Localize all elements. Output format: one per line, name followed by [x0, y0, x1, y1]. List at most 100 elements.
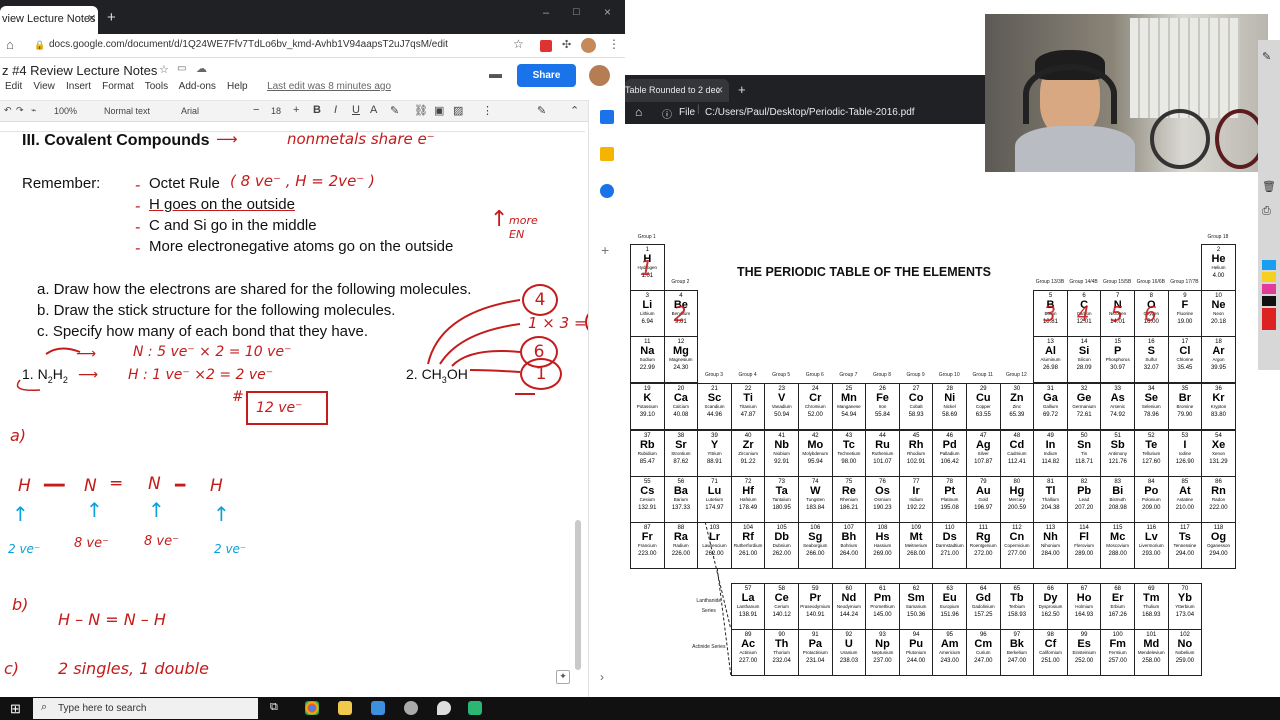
collapse-icon[interactable]: ⌃ — [570, 104, 579, 117]
user-avatar[interactable] — [589, 65, 610, 86]
trash-icon[interactable]: 🗑 — [1262, 180, 1276, 193]
text-color-icon[interactable]: A — [370, 104, 377, 116]
browser-tab-bar: view Lecture Notes - G ✕ + – □ × — [0, 0, 625, 34]
windows-start-icon[interactable]: ⊞ — [10, 701, 21, 717]
arrow-stroke — [451, 349, 521, 367]
star-icon[interactable]: ☆ — [159, 63, 169, 76]
color-swatch-blue[interactable] — [1262, 260, 1276, 270]
chrome-icon[interactable] — [305, 701, 319, 715]
redo-icon[interactable]: ↷ — [16, 105, 24, 116]
taskbar-search-box[interactable]: ⌕ Type here to search — [33, 698, 258, 719]
menu-view[interactable]: View — [33, 81, 55, 92]
pen-icon[interactable]: ✎ — [1262, 50, 1271, 63]
undo-icon[interactable]: ↶ — [4, 105, 12, 116]
periodic-table: 1 H Hydrogen 1.01 2 He Helium 4.00 3 Li Lithium 6.9… — [625, 124, 1280, 697]
menu-addons[interactable]: Add-ons — [179, 81, 216, 92]
file-explorer-icon[interactable] — [338, 701, 352, 715]
highlight-icon[interactable]: ✎ — [390, 104, 399, 117]
file-label: File — [679, 107, 696, 118]
more-icon[interactable]: ⋮ — [482, 104, 493, 117]
menu-help[interactable]: Help — [227, 81, 248, 92]
app-icon[interactable] — [371, 701, 385, 715]
explore-icon[interactable]: ✦ — [556, 670, 570, 684]
screen-recorder-icon[interactable] — [468, 701, 482, 715]
address-bar-row: ⌂ 🔒 docs.google.com/document/d/1Q24WE7Ff… — [0, 34, 625, 58]
side-panel: + › — [588, 100, 625, 697]
menu-tools[interactable]: Tools — [145, 81, 168, 92]
pdf-page: THE PERIODIC TABLE OF THE ELEMENTS 1 H Hyd… — [625, 124, 1280, 697]
browser-tab-docs[interactable]: view Lecture Notes - G — [0, 6, 98, 34]
menu-format[interactable]: Format — [102, 81, 134, 92]
menu-edit[interactable]: Edit — [5, 81, 22, 92]
calc-1x3: 1 × 3 = — [528, 314, 587, 332]
keep-icon[interactable] — [600, 147, 614, 161]
url-field[interactable]: docs.google.com/document/d/1Q24WE7Ffv7Td… — [49, 39, 448, 50]
tab-close-icon[interactable]: ✕ — [716, 85, 724, 96]
tab-title: view Lecture Notes - G — [2, 13, 98, 25]
comment-icon[interactable]: ▬ — [489, 66, 502, 81]
scrollbar-thumb[interactable] — [575, 520, 581, 670]
menu-bar: Edit View Insert Format Tools Add-ons He… — [5, 81, 391, 92]
font-select[interactable]: Arial — [181, 106, 199, 116]
insert-comment-icon[interactable]: ▣ — [434, 104, 444, 117]
font-size-increase[interactable]: + — [293, 104, 299, 116]
pdf-path[interactable]: C:/Users/Paul/Desktop/Periodic-Table-201… — [705, 107, 915, 118]
last-edit-link[interactable]: Last edit was 8 minutes ago — [267, 81, 391, 92]
color-swatch-black[interactable] — [1262, 296, 1276, 306]
image-icon[interactable]: ▨ — [453, 104, 463, 117]
folder-icon[interactable]: ▭ — [177, 63, 186, 74]
docs-header: z #4 Review Lecture Notes ☆ ▭ ☁ Edit Vie… — [0, 58, 625, 100]
search-icon: ⌕ — [41, 701, 48, 713]
italic-icon[interactable]: I — [334, 104, 337, 116]
camera-icon[interactable]: ⎙ — [1262, 205, 1271, 218]
menu-insert[interactable]: Insert — [66, 81, 91, 92]
maps-pin-icon[interactable] — [437, 701, 451, 715]
tab-title: Table Rounded to 2 dec — [625, 85, 721, 95]
font-size-field[interactable]: 18 — [271, 106, 281, 116]
calendar-icon[interactable] — [600, 110, 614, 124]
home-icon[interactable]: ⌂ — [6, 37, 14, 52]
browser-tab-pdf[interactable]: Table Rounded to 2 dec — [625, 79, 729, 102]
tab-close-icon[interactable]: ✕ — [87, 12, 96, 25]
font-size-decrease[interactable]: − — [253, 104, 259, 116]
style-select[interactable]: Normal text — [104, 106, 150, 116]
bold-icon[interactable]: B — [313, 104, 321, 116]
docs-toolbar: ↶ ↷ ⌁ 100% Normal text Arial − 18 + B I … — [0, 100, 625, 122]
annotation-strokes — [16, 299, 535, 395]
color-swatch-yellow[interactable] — [1262, 272, 1276, 282]
expand-panel-icon[interactable]: › — [600, 670, 604, 684]
maximize-button[interactable]: □ — [573, 6, 580, 18]
webcam-overlay — [985, 14, 1268, 172]
search-placeholder: Type here to search — [58, 703, 147, 714]
extension-icon[interactable] — [540, 40, 552, 52]
new-tab-button[interactable]: + — [738, 82, 746, 97]
profile-avatar[interactable] — [581, 38, 596, 53]
color-swatch-magenta[interactable] — [1262, 284, 1276, 294]
menu-dots-icon[interactable]: ⋮ — [608, 37, 620, 51]
home-icon[interactable]: ⌂ — [635, 105, 642, 119]
bookmark-star-icon[interactable]: ☆ — [513, 37, 524, 51]
share-button[interactable]: Share — [517, 64, 576, 87]
paint-format-icon[interactable]: ⌁ — [31, 105, 36, 116]
edit-mode-icon[interactable]: ✎ — [537, 104, 546, 117]
info-icon: ⓘ — [662, 110, 672, 121]
task-view-icon[interactable]: ⧉ — [270, 701, 278, 714]
add-addon-icon[interactable]: + — [601, 242, 609, 258]
link-icon[interactable]: ⛓ — [414, 104, 428, 117]
person-shirt — [1015, 126, 1135, 172]
tasks-icon[interactable] — [600, 184, 614, 198]
document-page: III. Covalent Compounds Remember: Octet … — [0, 130, 613, 697]
doc-title[interactable]: z #4 Review Lecture Notes — [2, 63, 157, 78]
f-block-connector — [704, 521, 732, 676]
docs-browser-window: view Lecture Notes - G ✕ + – □ × ⌂ 🔒 doc… — [0, 0, 625, 697]
close-window-button[interactable]: × — [604, 5, 611, 19]
zoom-select[interactable]: 100% — [54, 106, 77, 116]
minimize-button[interactable]: – — [543, 7, 549, 19]
windows-taskbar: ⊞ ⌕ Type here to search ⧉ — [0, 697, 1280, 720]
puzzle-icon[interactable]: ✣ — [562, 38, 571, 51]
underline-icon[interactable]: U — [352, 104, 360, 116]
settings-gear-icon[interactable] — [404, 701, 418, 715]
bike-wheel — [1150, 109, 1210, 169]
new-tab-button[interactable]: + — [107, 9, 116, 26]
color-swatch-red[interactable] — [1262, 308, 1276, 330]
